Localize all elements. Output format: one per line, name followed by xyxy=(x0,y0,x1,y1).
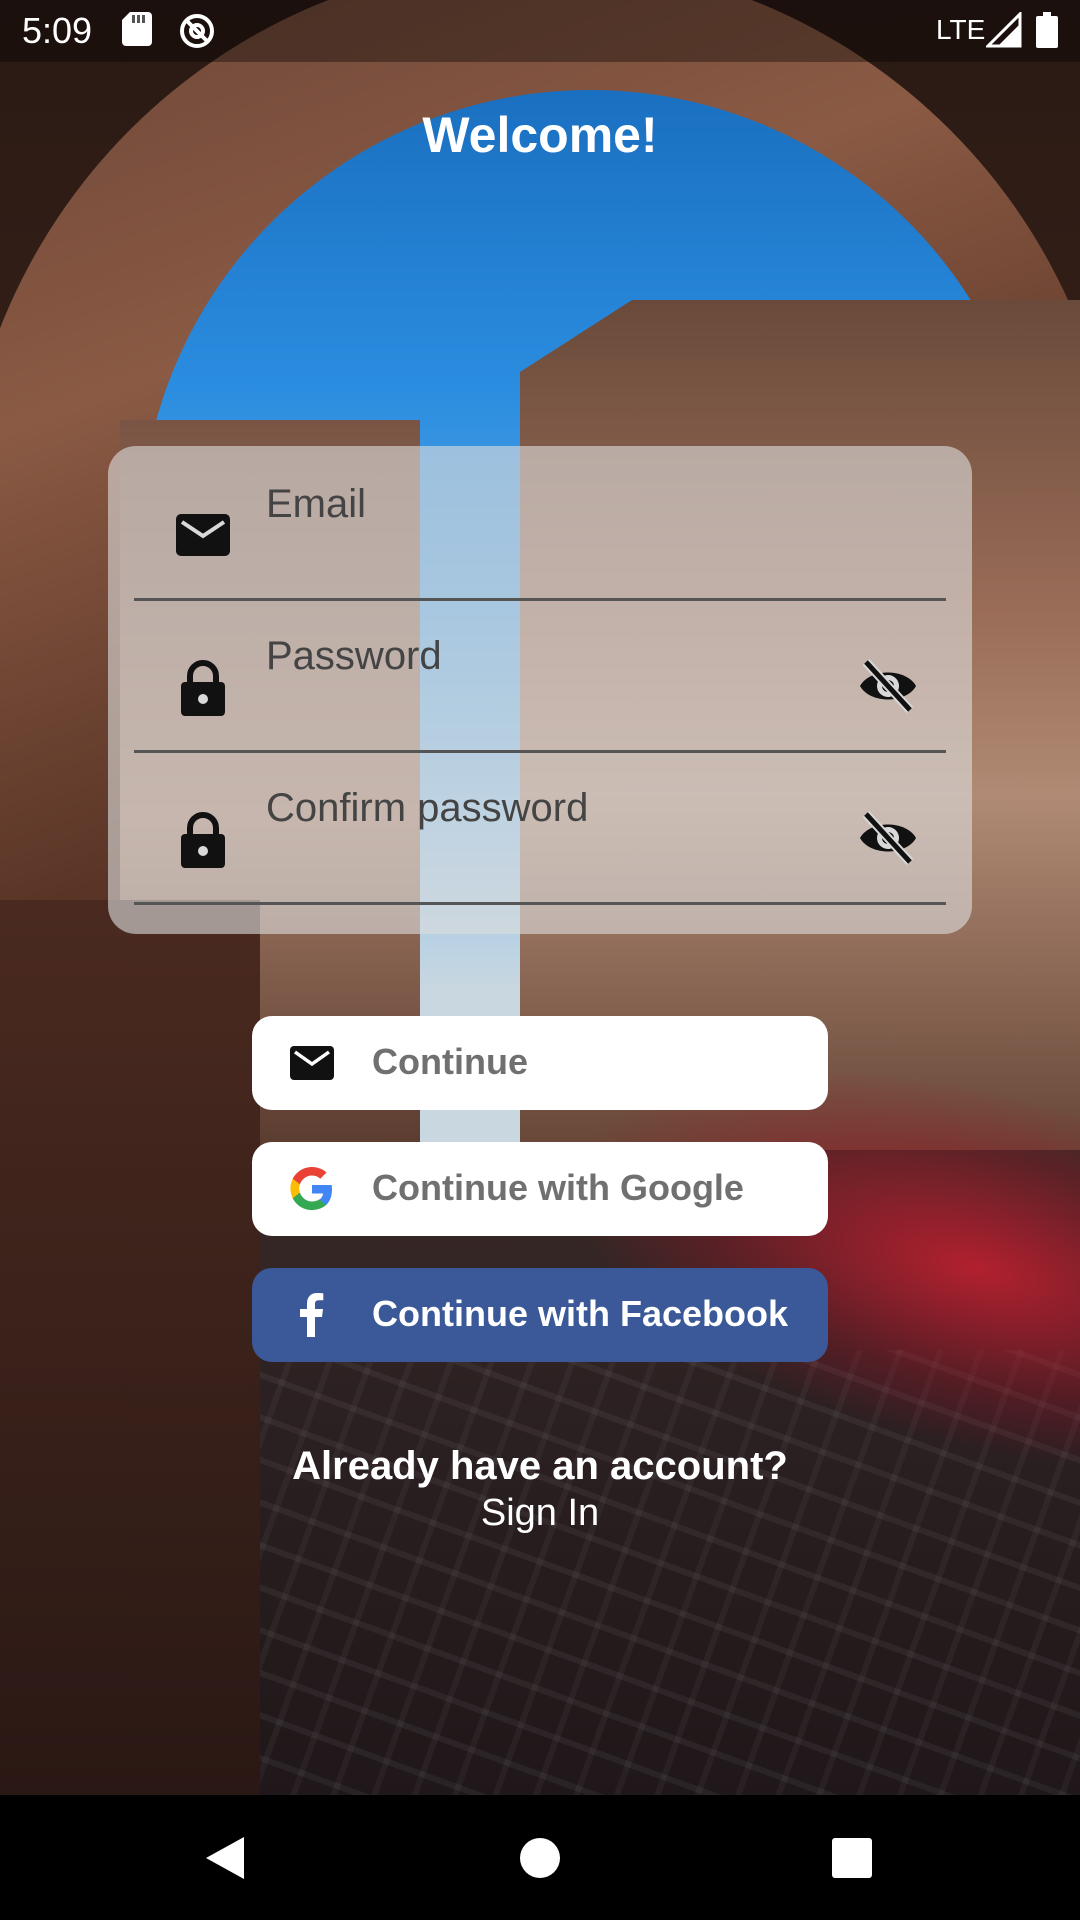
continue-label: Continue xyxy=(372,1041,528,1082)
continue-with-facebook-button[interactable]: Continue with Facebook xyxy=(252,1268,828,1362)
page-title: Welcome! xyxy=(422,107,658,163)
sign-in-link[interactable]: Sign In xyxy=(0,1492,1080,1535)
confirm-password-placeholder: Confirm password xyxy=(266,786,589,830)
status-time: 5:09 xyxy=(22,10,93,51)
network-type: LTE xyxy=(936,14,986,45)
facebook-icon xyxy=(300,1293,324,1337)
confirm-password-field[interactable]: Confirm password xyxy=(134,750,946,905)
left-wall xyxy=(0,900,260,1795)
sync-disabled-icon xyxy=(180,14,214,48)
lock-icon xyxy=(181,660,225,716)
password-field[interactable]: Password xyxy=(134,598,946,753)
mail-icon xyxy=(176,514,230,556)
already-have-account-text: Already have an account? xyxy=(292,1444,788,1488)
signup-form-card: Email Password Confirm password xyxy=(108,446,972,934)
recent-apps-icon[interactable] xyxy=(827,1833,877,1883)
google-icon xyxy=(290,1167,332,1210)
continue-with-google-button[interactable]: Continue with Google xyxy=(252,1142,828,1236)
battery-icon xyxy=(1036,12,1058,48)
sd-card-icon xyxy=(122,12,152,46)
email-field[interactable]: Email xyxy=(134,446,946,601)
google-label: Continue with Google xyxy=(372,1167,744,1208)
email-placeholder: Email xyxy=(266,482,367,526)
navigation-bar xyxy=(0,1795,1080,1920)
status-bar: 5:09 LTE xyxy=(0,0,1080,62)
lock-icon xyxy=(181,812,225,868)
facebook-label: Continue with Facebook xyxy=(372,1293,789,1334)
password-placeholder: Password xyxy=(266,634,442,678)
eye-off-icon[interactable] xyxy=(856,654,920,718)
back-icon[interactable] xyxy=(200,1833,250,1883)
eye-off-icon[interactable] xyxy=(856,806,920,870)
home-icon[interactable] xyxy=(515,1833,565,1883)
signal-icon xyxy=(986,12,1022,48)
continue-button[interactable]: Continue xyxy=(252,1016,828,1110)
mail-icon xyxy=(290,1046,334,1080)
